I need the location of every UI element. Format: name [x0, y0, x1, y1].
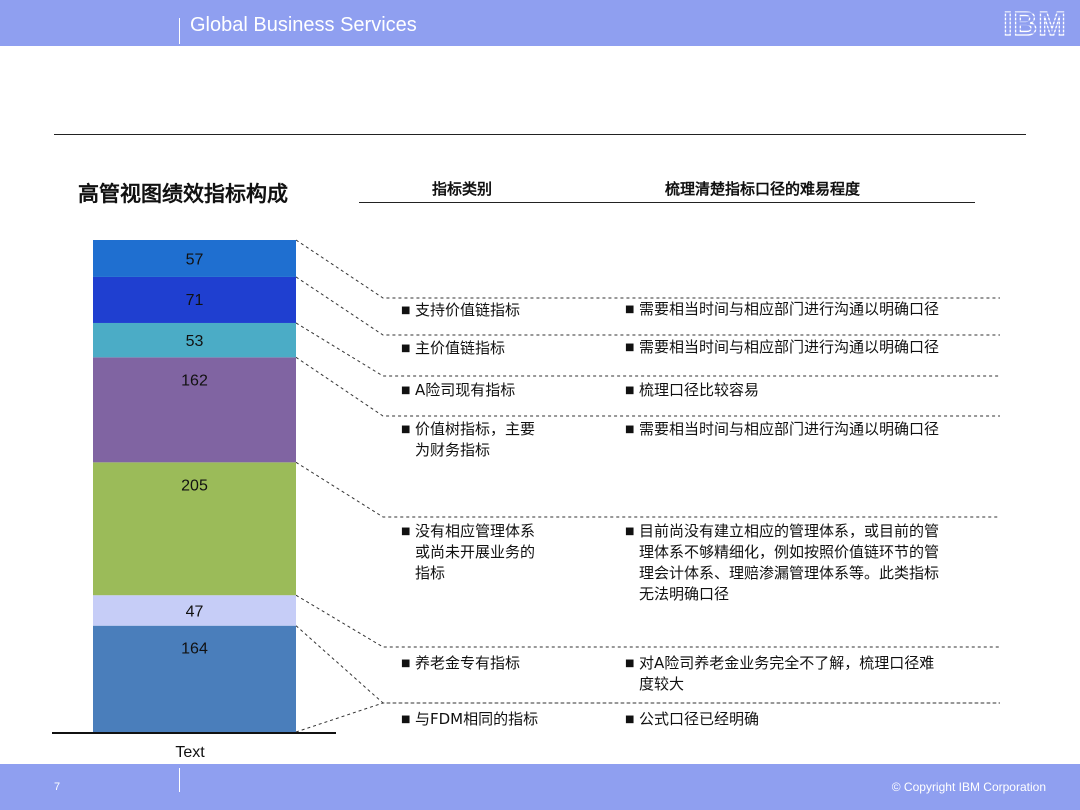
- category-line: 价值树指标，主要: [415, 420, 536, 438]
- leader-line-5: [295, 461, 1000, 518]
- bullet-icon: ■: [401, 305, 411, 316]
- bullet-icon: ■: [625, 304, 635, 315]
- row-difficulty: ■ 需要相当时间与相应部门进行沟通以明确口径: [625, 419, 940, 440]
- page-number: 7: [54, 781, 61, 793]
- row-category: ■ 价值树指标，主要 为财务指标: [401, 419, 536, 461]
- difficulty-line: 度较大: [639, 675, 685, 693]
- category-line: 没有相应管理体系: [415, 522, 536, 540]
- bullet-icon: ■: [625, 658, 635, 669]
- row-category: ■ 支持价值链指标: [401, 300, 521, 321]
- row-difficulty: ■ 需要相当时间与相应部门进行沟通以明确口径: [625, 299, 940, 320]
- difficulty-line: 需要相当时间与相应部门进行沟通以明确口径: [639, 420, 940, 438]
- row-difficulty: ■ 公式口径已经明确: [625, 709, 760, 730]
- category-line: 或尚未开展业务的: [415, 543, 536, 561]
- difficulty-line: 对A险司养老金业务完全不了解，梳理口径难: [639, 654, 935, 672]
- category-line: 指标: [415, 564, 446, 582]
- bullet-icon: ■: [401, 714, 411, 725]
- leader-line-1: [295, 239, 1000, 299]
- bar-segment-label-3: 205: [181, 477, 208, 494]
- bullet-icon: ■: [401, 385, 411, 396]
- bullet-icon: ■: [625, 714, 635, 725]
- footer-separator: [179, 768, 180, 792]
- bullet-icon: ■: [401, 526, 411, 537]
- row-category: ■ 与FDM相同的指标: [401, 709, 539, 730]
- category-line: 为财务指标: [415, 441, 491, 459]
- row-difficulty: ■ 梳理口径比较容易: [625, 380, 760, 401]
- copyright-text: © Copyright IBM Corporation: [891, 780, 1046, 794]
- bar-segment-label-5: 53: [186, 333, 204, 350]
- row-category: ■ A险司现有指标: [401, 380, 516, 401]
- category-line: 养老金专有指标: [415, 654, 521, 672]
- row-difficulty: ■ 需要相当时间与相应部门进行沟通以明确口径: [625, 337, 940, 358]
- x-axis-category-label: Text: [175, 744, 205, 761]
- bullet-icon: ■: [401, 424, 411, 435]
- category-line: 支持价值链指标: [415, 301, 521, 319]
- row-category: ■ 养老金专有指标: [401, 653, 521, 674]
- row-difficulty: ■ 目前尚没有建立相应的管理体系，或目前的管 理体系不够精细化，例如按照价值链环节的…: [625, 521, 940, 605]
- difficulty-line: 需要相当时间与相应部门进行沟通以明确口径: [639, 300, 940, 318]
- row-category: ■ 没有相应管理体系 或尚未开展业务的 指标: [401, 521, 536, 584]
- bullet-icon: ■: [625, 385, 635, 396]
- bullet-icon: ■: [625, 342, 635, 353]
- category-line: A险司现有指标: [415, 381, 516, 399]
- category-line: 主价值链指标: [415, 339, 506, 357]
- difficulty-line: 理会计体系、理赔渗漏管理体系等。此类指标: [639, 564, 940, 582]
- difficulty-line: 需要相当时间与相应部门进行沟通以明确口径: [639, 338, 940, 356]
- bar-segment-label-6: 71: [186, 292, 204, 309]
- row-category: ■ 主价值链指标: [401, 338, 506, 359]
- difficulty-line: 无法明确口径: [639, 585, 730, 603]
- bullet-icon: ■: [625, 526, 635, 537]
- difficulty-line: 公式口径已经明确: [639, 710, 760, 728]
- row-difficulty: ■ 对A险司养老金业务完全不了解，梳理口径难 度较大: [625, 653, 935, 695]
- bar-segment-label-7: 57: [186, 251, 204, 268]
- bar-segment-label-1: 164: [181, 641, 208, 658]
- bullet-icon: ■: [401, 343, 411, 354]
- difficulty-line: 梳理口径比较容易: [639, 381, 760, 399]
- bar-segment-label-2: 47: [186, 603, 204, 620]
- difficulty-line: 目前尚没有建立相应的管理体系，或目前的管: [639, 522, 940, 540]
- bullet-icon: ■: [625, 424, 635, 435]
- footer-bar: 7 © Copyright IBM Corporation: [0, 764, 1080, 810]
- bar-segment-label-4: 162: [181, 372, 208, 389]
- category-line: 与FDM相同的指标: [415, 710, 539, 728]
- difficulty-line: 理体系不够精细化，例如按照价值链环节的管: [639, 543, 940, 561]
- bullet-icon: ■: [401, 658, 411, 669]
